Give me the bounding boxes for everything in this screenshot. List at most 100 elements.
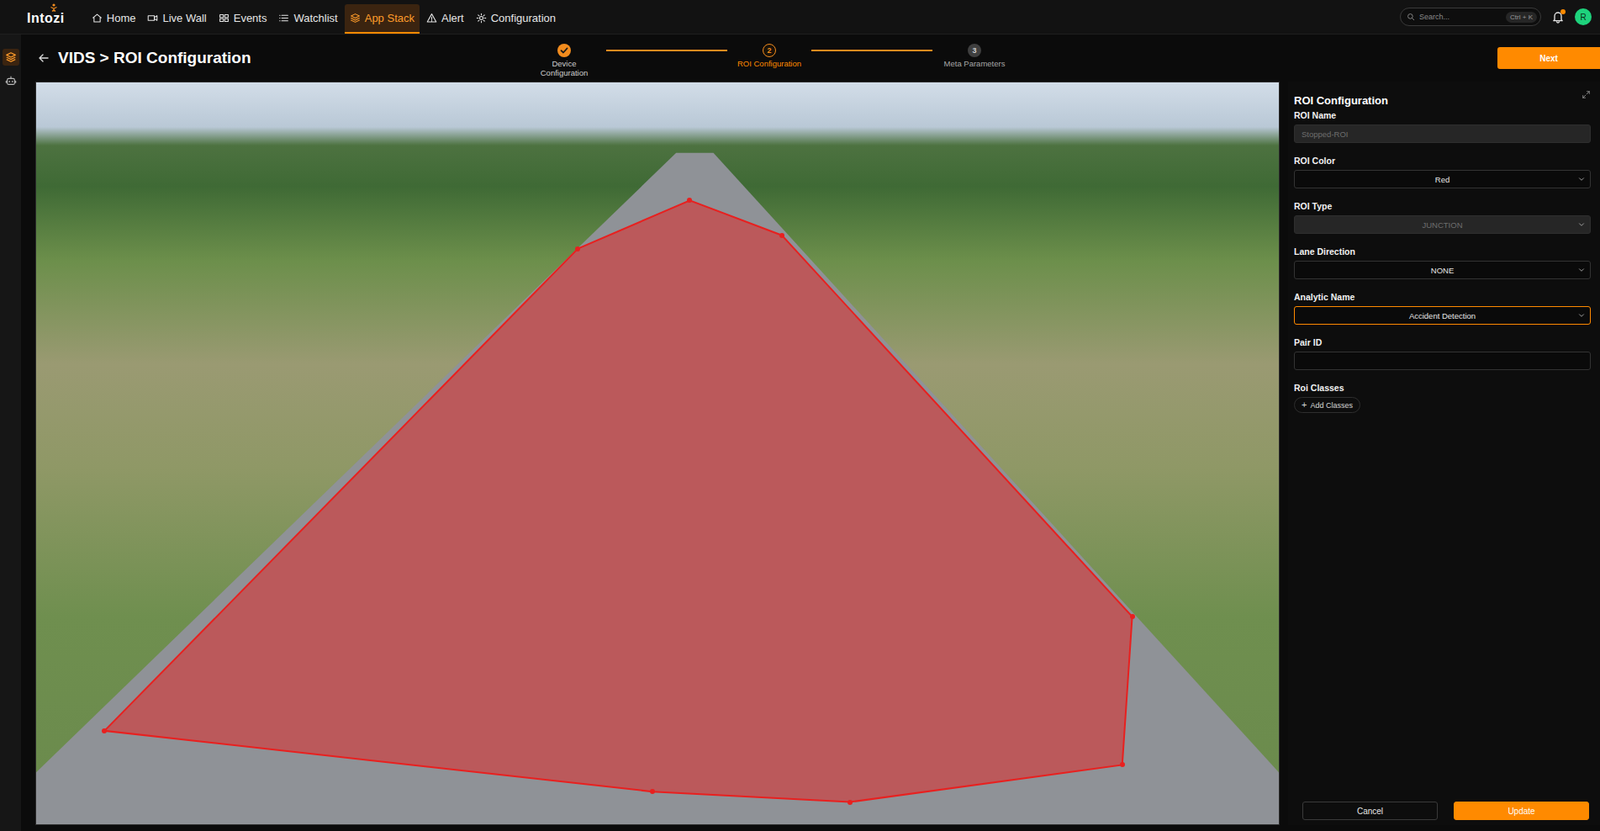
text-input[interactable]: Stopped-ROI: [1293, 124, 1591, 143]
page-header: VIDS > ROI Configuration Device Configura…: [21, 34, 1600, 82]
roi-vertex-handle[interactable]: [847, 799, 853, 805]
page-body: VIDS > ROI Configuration Device Configura…: [0, 34, 1600, 831]
form-field: ROI Color Red: [1293, 155, 1591, 189]
roi-classes-field: Roi Classes+Add Classes: [1293, 382, 1591, 413]
field-label: Pair ID: [1293, 337, 1591, 348]
roi-vertex-handle[interactable]: [101, 728, 107, 734]
nav-label: App Stack: [364, 11, 415, 25]
roi-vertex-handle[interactable]: [649, 788, 655, 794]
nav-item[interactable]: App Stack: [344, 4, 420, 34]
logo-text: Intozi: [26, 10, 65, 26]
step-label: Device Configuration: [537, 59, 592, 78]
sidebar: [0, 34, 22, 831]
field-label: Analytic Name: [1293, 291, 1591, 302]
robot-icon: [5, 74, 17, 87]
expand-icon[interactable]: [1581, 89, 1591, 100]
field-value: NONE: [1431, 265, 1454, 275]
sidebar-item[interactable]: [2, 72, 20, 90]
list-icon: [278, 12, 290, 24]
logo-figure-icon: [49, 3, 59, 12]
topbar-actions: Search...Ctrl + K R: [1399, 7, 1592, 27]
chevron-down-icon: [1577, 311, 1586, 320]
events-icon: [218, 12, 230, 24]
layers-icon: [349, 12, 361, 24]
home-icon: [91, 12, 103, 24]
gear-icon: [475, 12, 487, 24]
select-field[interactable]: JUNCTION: [1293, 215, 1591, 234]
camera-frame[interactable]: [35, 81, 1280, 825]
nav-item[interactable]: Configuration: [470, 4, 561, 34]
step[interactable]: 2 ROI Configuration: [727, 43, 812, 69]
panel-header: ROI Configuration: [1293, 89, 1591, 107]
roi-vertex-handle[interactable]: [1130, 613, 1136, 619]
form-field: Pair ID: [1293, 337, 1591, 370]
roi-vertex-handle[interactable]: [686, 197, 692, 203]
step-circle: [557, 43, 571, 58]
cancel-button[interactable]: Cancel: [1302, 801, 1438, 820]
nav-label: Configuration: [491, 11, 556, 25]
roi-vertex-handle[interactable]: [575, 246, 581, 252]
nav-label: Home: [106, 11, 137, 25]
notifications-button[interactable]: [1551, 10, 1565, 24]
step-number: 3: [971, 46, 977, 55]
field-label: Lane Direction: [1293, 246, 1591, 257]
select-field[interactable]: NONE: [1293, 260, 1591, 280]
next-area: Next: [1016, 47, 1600, 69]
form-field: Analytic Name Accident Detection: [1293, 291, 1591, 325]
plus-icon: +: [1301, 400, 1307, 410]
roi-vertex-handle[interactable]: [779, 232, 785, 238]
field-value: Accident Detection: [1409, 311, 1476, 321]
field-value: JUNCTION: [1421, 220, 1463, 230]
roi-polygon[interactable]: [36, 82, 1279, 824]
step-connector: [811, 49, 933, 52]
nav-label: Alert: [441, 11, 465, 25]
magnifier-icon: [1406, 12, 1416, 22]
user-avatar[interactable]: R: [1574, 8, 1592, 26]
unread-dot: [1560, 9, 1566, 15]
update-button[interactable]: Update: [1453, 801, 1590, 820]
search-field[interactable]: Search...Ctrl + K: [1399, 7, 1542, 27]
chevron-down-icon: [1577, 265, 1586, 275]
form-fields: ROI Name Stopped-ROI ROI Color Red ROI TypeJ…: [1293, 110, 1591, 413]
form-field: ROI Name Stopped-ROI: [1293, 110, 1591, 143]
nav-label: Live Wall: [162, 11, 206, 25]
app-root: Intozi Home Live Wall Events Watchlist App St…: [0, 0, 1600, 831]
panel-buttons: Cancel Update: [1293, 801, 1591, 820]
nav-item[interactable]: Events: [213, 4, 273, 34]
video-camera-icon: [147, 12, 159, 24]
step-circle: 3: [967, 43, 982, 58]
page-title: VIDS > ROI Configuration: [58, 48, 252, 68]
chevron-down-icon: [1577, 220, 1586, 229]
main-content: VIDS > ROI Configuration Device Configura…: [21, 34, 1600, 831]
form-field: ROI TypeJUNCTION: [1293, 200, 1591, 234]
sidebar-item[interactable]: [2, 48, 20, 66]
top-nav-bar: Intozi Home Live Wall Events Watchlist App St…: [0, 0, 1600, 35]
select-field[interactable]: Accident Detection: [1293, 306, 1591, 325]
nav-item[interactable]: Watchlist: [273, 4, 343, 34]
roi-config-panel: ROI ConfigurationROI NameStopped-ROIROI …: [1288, 81, 1600, 825]
check-icon: [559, 45, 570, 56]
select-field[interactable]: Red: [1293, 169, 1591, 189]
step-label: ROI Configuration: [737, 59, 802, 69]
step[interactable]: Device Configuration: [522, 43, 607, 78]
add-classes-button[interactable]: +Add Classes: [1293, 396, 1361, 413]
text-input[interactable]: [1293, 351, 1591, 370]
nav-item[interactable]: Home: [86, 4, 142, 34]
main-nav: Home Live Wall Events Watchlist App Stack Ale…: [86, 0, 561, 34]
field-value: Red: [1435, 174, 1450, 185]
field-label: ROI Name: [1293, 110, 1591, 121]
layers-icon: [5, 51, 17, 64]
step-number: 2: [766, 46, 771, 55]
workspace: ROI ConfigurationROI NameStopped-ROIROI …: [21, 81, 1600, 831]
panel-title: ROI Configuration: [1293, 89, 1389, 107]
nav-item[interactable]: Alert: [421, 4, 470, 34]
field-label: ROI Color: [1293, 155, 1591, 166]
back-arrow-icon[interactable]: [36, 51, 51, 65]
step-label: Meta Parameters: [944, 59, 1006, 69]
nav-item[interactable]: Live Wall: [142, 4, 212, 34]
nav-label: Events: [233, 11, 268, 25]
roi-vertex-handle[interactable]: [1119, 761, 1125, 767]
step[interactable]: 3 Meta Parameters: [932, 43, 1017, 69]
next-button[interactable]: Next: [1497, 47, 1600, 69]
logo[interactable]: Intozi: [26, 7, 65, 27]
